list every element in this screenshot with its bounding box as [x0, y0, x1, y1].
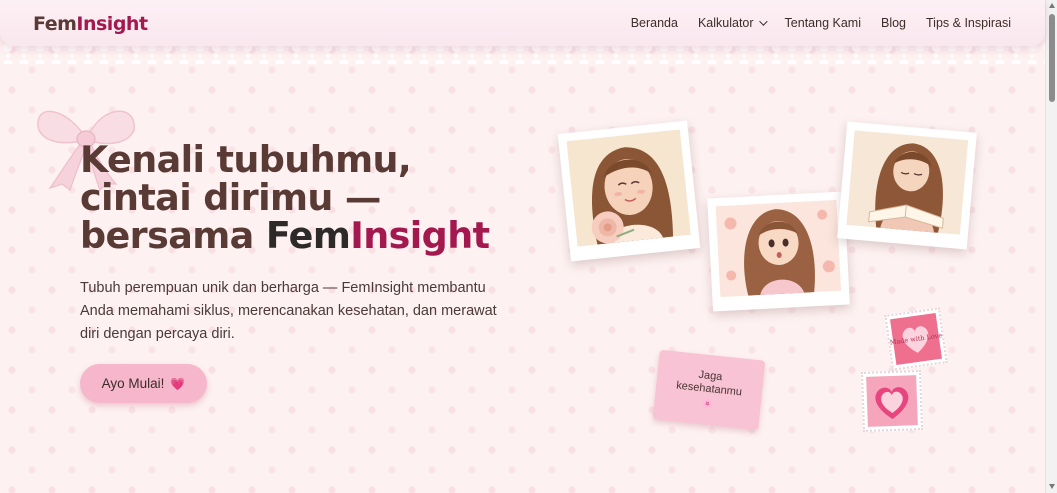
- note-card: Jaga kesehatanmu 🌸: [652, 349, 766, 431]
- illustration-smiling-woman: [566, 129, 691, 247]
- chevron-down-icon: [758, 17, 768, 26]
- lace-trim: [0, 44, 1045, 64]
- nav-item-tentang-kami[interactable]: Tentang Kami: [785, 16, 861, 30]
- scroll-down-arrow-icon[interactable]: [1049, 484, 1055, 489]
- heart-stamp: [860, 369, 924, 433]
- heart-icon: 💗: [170, 376, 186, 391]
- scrollbar-thumb[interactable]: [1049, 14, 1055, 102]
- hero-title-brand1: Fem: [265, 214, 351, 257]
- polaroid-photo-surprised-girl: [707, 191, 850, 312]
- brand-logo-part1: Fem: [33, 13, 77, 35]
- note-line2: kesehatanmu: [675, 379, 743, 398]
- hero-title-line1: Kenali tubuhmu,: [80, 138, 412, 181]
- nav-item-kalkulator-label: Kalkulator: [697, 16, 754, 30]
- cta-label: Ayo Mulai!: [101, 376, 165, 391]
- site-header: FemInsight Beranda Kalkulator Tentang Ka…: [0, 0, 1045, 46]
- nav-item-beranda[interactable]: Beranda: [631, 16, 678, 30]
- nav-item-kalkulator[interactable]: Kalkulator: [697, 16, 768, 30]
- hero-title: Kenali tubuhmu, cintai dirimu — bersama …: [80, 141, 550, 255]
- love-stamp: Made with Love: [884, 307, 948, 371]
- nav-item-blog[interactable]: Blog: [881, 16, 906, 30]
- flower-icon: 🌸: [700, 397, 715, 411]
- scroll-up-arrow-icon[interactable]: [1049, 3, 1055, 8]
- hero-title-line2: cintai dirimu —: [80, 176, 381, 219]
- ayo-mulai-button[interactable]: Ayo Mulai! 💗: [80, 364, 207, 403]
- nav-item-tips[interactable]: Tips & Inspirasi: [926, 16, 1011, 30]
- polaroid-photo-reading-woman: [837, 121, 977, 250]
- heart-stamp-icon: Made with Love: [889, 313, 943, 365]
- main-nav: Beranda Kalkulator Tentang Kami Blog Tip…: [631, 16, 1011, 30]
- hero-title-line3: bersama FemInsight: [80, 217, 550, 255]
- brand-logo-part2: Insight: [76, 13, 148, 35]
- polaroid-photo-smiling-woman: [557, 120, 701, 262]
- hero-description: Tubuh perempuan unik dan berharga — FemI…: [80, 280, 497, 342]
- illustration-reading-woman: [846, 130, 969, 235]
- hero-title-prefix: bersama: [80, 214, 266, 257]
- illustration-surprised-girl: [715, 199, 842, 298]
- heart-stamp-icon-2: [866, 375, 918, 427]
- scrollbar[interactable]: [1045, 0, 1057, 493]
- hero-title-brand2: Insight: [350, 214, 490, 257]
- brand-logo[interactable]: FemInsight: [33, 13, 148, 35]
